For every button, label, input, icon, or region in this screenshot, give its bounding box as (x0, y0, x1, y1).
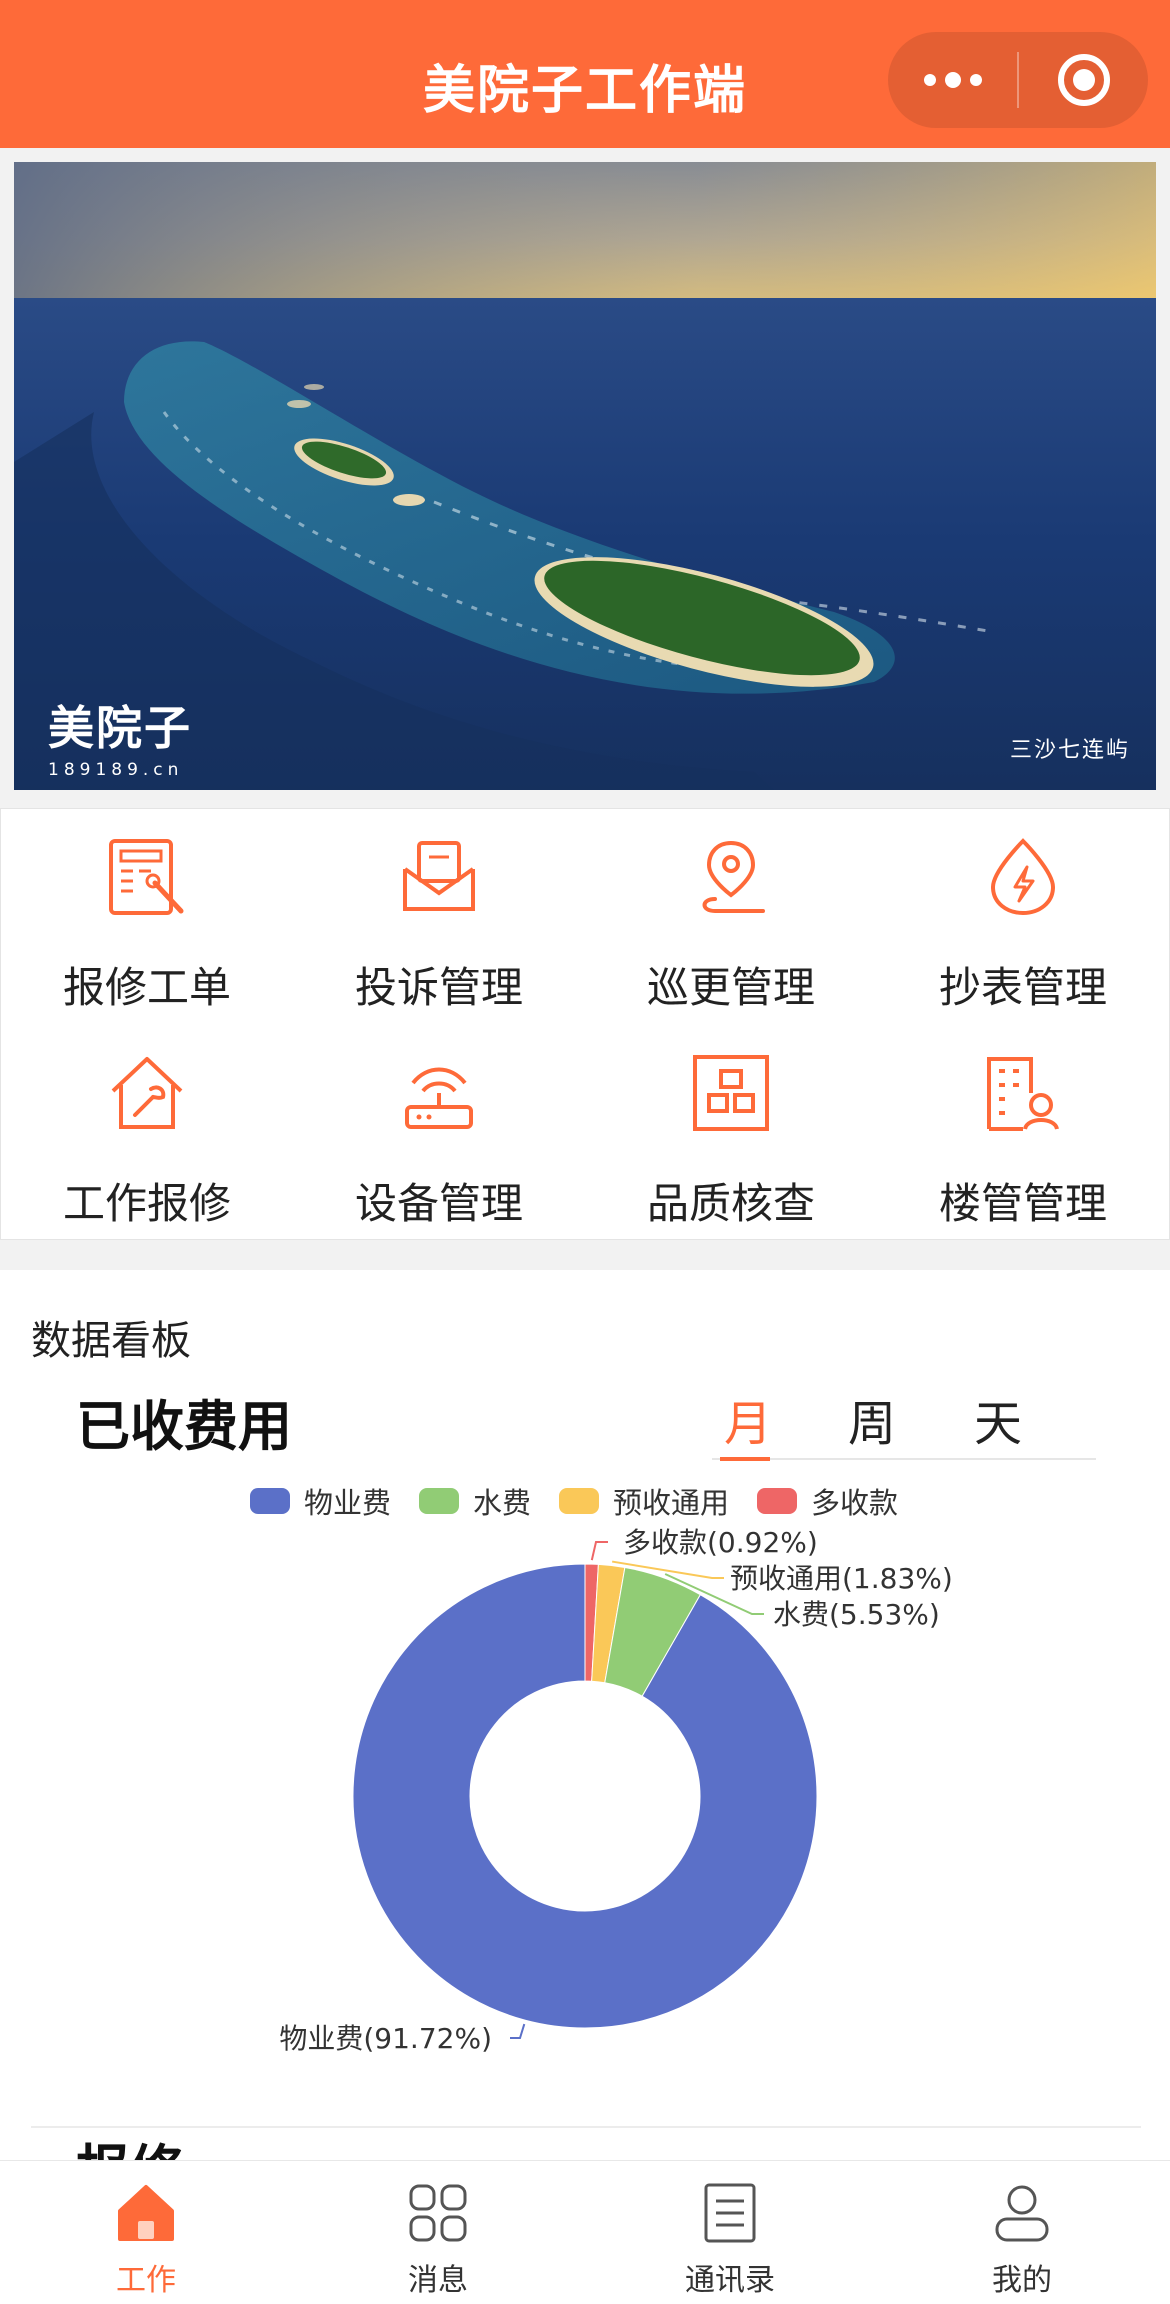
grid-icon (409, 2184, 467, 2242)
house-wrench-icon (111, 1057, 183, 1129)
building-manager-icon (987, 1057, 1059, 1131)
legend-item-overpaid[interactable]: 多收款 (757, 1480, 898, 1522)
section-divider (31, 2126, 1141, 2128)
menu-item-meter-reading[interactable]: 抄表管理 (877, 825, 1169, 1025)
menu-item-patrol[interactable]: 巡更管理 (585, 825, 877, 1025)
tabbar-label: 我的 (992, 2263, 1052, 2298)
banner-brand-name: 美院子 (48, 701, 192, 755)
tabbar-item-work[interactable]: 工作 (0, 2161, 292, 2304)
legend-label: 多收款 (811, 1486, 899, 1520)
legend-item-water[interactable]: 水费 (419, 1480, 531, 1522)
repair-order-icon (109, 839, 184, 915)
banner-caption: 三沙七连屿 (1009, 738, 1130, 763)
donut-slice-物业费[interactable] (352, 1563, 818, 2029)
quality-check-icon (693, 1055, 769, 1131)
close-button[interactable] (1019, 32, 1148, 128)
legend-swatch (757, 1488, 798, 1514)
menu-item-label: 抄表管理 (938, 963, 1107, 1012)
fee-card-title: 已收费用 (76, 1395, 292, 1458)
donut-data-label: 多收款(0.92%) (623, 1526, 818, 1559)
tabbar-item-contacts[interactable]: 通讯录 (584, 2161, 876, 2304)
meter-reading-icon (990, 838, 1056, 916)
active-tab-underline (720, 1457, 770, 1461)
legend-swatch (419, 1488, 460, 1514)
legend-item-prepaid[interactable]: 预收通用 (559, 1480, 729, 1522)
donut-leader-line (510, 2023, 526, 2039)
home-icon (118, 2185, 174, 2241)
router-device-icon (405, 1067, 473, 1129)
period-tabs: 月 周 天 (712, 1380, 1096, 1461)
donut-leader-line (590, 1541, 608, 1561)
tabbar-label: 工作 (116, 2263, 176, 2298)
legend-label: 预收通用 (613, 1486, 730, 1520)
menu-item-label: 投诉管理 (354, 963, 523, 1012)
tab-day[interactable]: 天 (966, 1384, 1030, 1454)
menu-item-repair-order[interactable]: 报修工单 (1, 825, 293, 1025)
legend-label: 水费 (473, 1486, 532, 1520)
menu-item-work-repair[interactable]: 工作报修 (1, 1041, 293, 1241)
donut-data-label: 水费(5.53%) (773, 1598, 940, 1631)
donut-data-label: 物业费(91.72%) (279, 2022, 492, 2055)
menu-item-equipment[interactable]: 设备管理 (293, 1041, 585, 1241)
menu-item-label: 楼管管理 (938, 1179, 1107, 1228)
mini-program-capsule (888, 32, 1148, 128)
page: 美院子工作端 美院子 189189.cn 三沙七连屿 报修工单 投诉管理 巡更管… (0, 0, 1170, 2304)
menu-item-label: 工作报修 (62, 1179, 231, 1228)
fee-donut-chart: 多收款(0.92%)预收通用(1.83%)水费(5.53%) 物业费(91.72%… (279, 1526, 953, 2055)
more-dots-icon (923, 72, 982, 88)
banner-brand: 美院子 189189.cn (48, 692, 192, 780)
donut-data-label: 预收通用(1.83%) (730, 1562, 953, 1595)
legend-swatch (559, 1488, 600, 1514)
banner[interactable]: 美院子 189189.cn 三沙七连屿 (14, 162, 1156, 790)
banner-brand-url: 189189.cn (48, 760, 184, 780)
menu-item-label: 设备管理 (354, 1179, 523, 1228)
dashboard-title: 数据看板 (31, 1318, 191, 1364)
menu-item-label: 报修工单 (62, 963, 231, 1012)
tab-week[interactable]: 周 (840, 1384, 904, 1454)
legend-label: 物业费 (304, 1486, 392, 1520)
patrol-location-icon (702, 840, 765, 913)
legend-swatch (250, 1488, 290, 1514)
menu-item-label: 巡更管理 (646, 963, 815, 1012)
more-button[interactable] (888, 32, 1017, 128)
user-icon (995, 2185, 1049, 2242)
tabbar-item-mine[interactable]: 我的 (876, 2161, 1168, 2304)
tabbar-label: 通讯录 (685, 2263, 775, 2298)
data-dashboard: 数据看板 已收费用 月 周 天 物业费 水费 预收通用 多收款 多收款(0.92… (0, 1270, 1170, 2170)
legend-item-property[interactable]: 物业费 (250, 1480, 391, 1522)
menu-item-building-manager[interactable]: 楼管管理 (877, 1041, 1169, 1241)
top-bar: 美院子工作端 (0, 0, 1170, 148)
tabbar-item-messages[interactable]: 消息 (292, 2161, 584, 2304)
tab-month[interactable]: 月 (716, 1384, 780, 1454)
function-menu: 报修工单 投诉管理 巡更管理 抄表管理 工作报修 设备管理 品质核查 楼管管理 (0, 808, 1170, 1240)
complaint-mail-icon (403, 841, 475, 911)
menu-item-complaint[interactable]: 投诉管理 (293, 825, 585, 1025)
close-target-icon (1057, 54, 1110, 106)
menu-item-quality-check[interactable]: 品质核查 (585, 1041, 877, 1241)
tabbar-label: 消息 (408, 2263, 468, 2298)
contacts-icon (704, 2183, 756, 2243)
chart-legend: 物业费 水费 预收通用 多收款 (250, 1480, 926, 1522)
bottom-tab-bar: 工作 消息 通讯录 我的 (0, 2160, 1170, 2304)
menu-item-label: 品质核查 (646, 1179, 815, 1228)
